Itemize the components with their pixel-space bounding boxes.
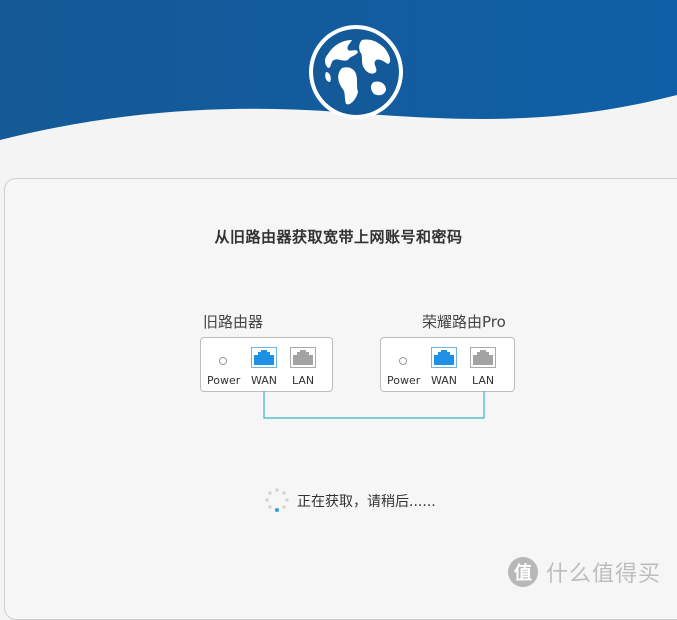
wan-label: WAN [431, 374, 458, 387]
wan-label: WAN [251, 374, 278, 387]
old-router-label: 旧路由器 [203, 313, 264, 331]
globe-icon [309, 25, 403, 119]
lan-label: LAN [472, 374, 495, 387]
watermark-logo-icon: 值 [508, 557, 538, 587]
lan-port-icon [470, 347, 496, 368]
lan-port-icon [290, 347, 316, 368]
page-title: 从旧路由器获取宽带上网账号和密码 [214, 228, 463, 246]
ethernet-cable [263, 391, 485, 419]
watermark-text: 什么值得买 [546, 562, 662, 587]
power-label: Power [387, 374, 421, 387]
watermark: 值 什么值得买 [508, 555, 661, 589]
old-router-panel: Power WAN LAN [200, 337, 333, 392]
new-router-panel: Power WAN LAN [380, 337, 515, 392]
spinner-icon [265, 488, 289, 512]
wan-port-icon [431, 347, 457, 368]
lan-label: LAN [292, 374, 315, 387]
power-label: Power [207, 374, 241, 387]
status-text: 正在获取，请稍后...... [297, 494, 436, 510]
new-router-label: 荣耀路由Pro [422, 313, 506, 331]
power-dot-icon [399, 357, 407, 365]
wan-port-icon [251, 347, 277, 368]
power-dot-icon [219, 357, 227, 365]
